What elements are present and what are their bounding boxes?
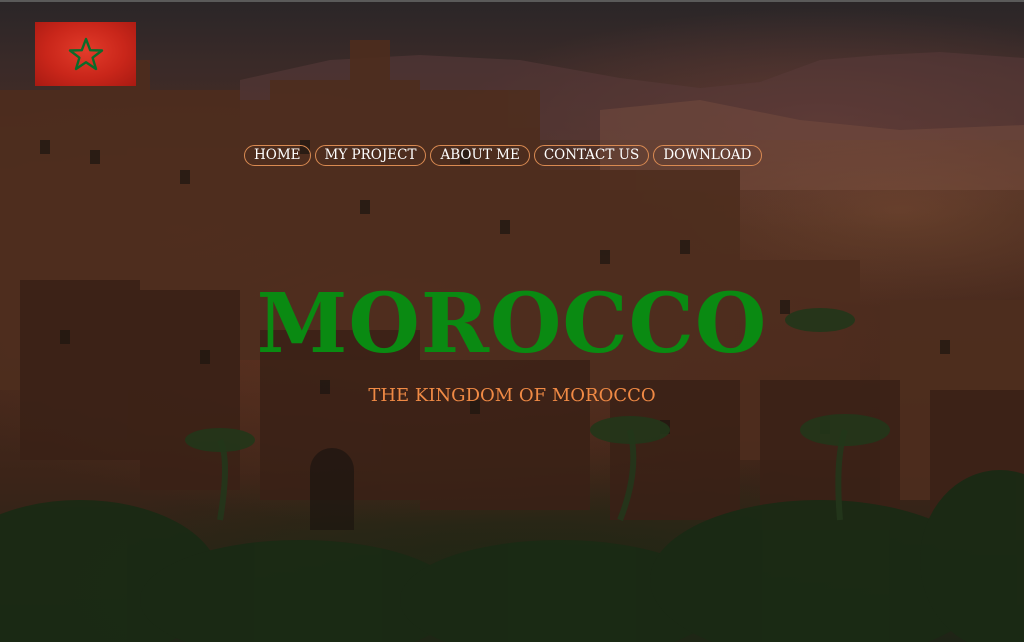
nav-download[interactable]: DOWNLOAD xyxy=(653,145,762,166)
hero-subtitle: THE KINGDOM OF MOROCCO xyxy=(368,385,656,406)
nav-home[interactable]: HOME xyxy=(244,145,311,166)
top-border xyxy=(0,0,1024,2)
star-icon xyxy=(68,37,103,71)
nav-contact-us[interactable]: CONTACT US xyxy=(533,145,650,166)
nav-my-project[interactable]: MY PROJECT xyxy=(314,145,427,166)
nav-about-me[interactable]: ABOUT ME xyxy=(430,145,530,166)
morocco-flag-icon[interactable] xyxy=(35,22,136,86)
main-nav: HOME MY PROJECT ABOUT ME CONTACT US DOWN… xyxy=(244,145,762,166)
hero-title: MOROCCO xyxy=(256,276,768,372)
page: HOME MY PROJECT ABOUT ME CONTACT US DOWN… xyxy=(0,0,1024,642)
